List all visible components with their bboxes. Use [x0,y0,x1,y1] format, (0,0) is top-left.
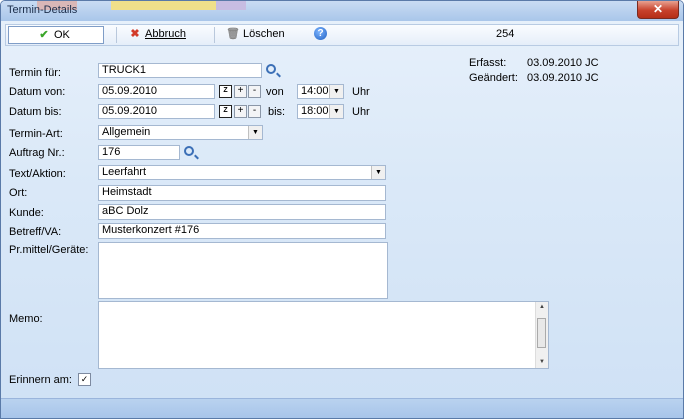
toolbar-separator [214,27,215,43]
termin-fuer-field[interactable]: TRUCK1 [98,63,262,78]
erinnern-checkbox[interactable]: ✓ [78,373,91,386]
termin-fuer-label: Termin für: [9,67,61,79]
auftrag-label: Auftrag Nr.: [9,147,65,159]
help-icon[interactable]: ? [314,27,327,40]
toolbar-separator [116,27,117,43]
datum-bis-field[interactable]: 05.09.2010 [98,104,215,119]
termin-art-label: Termin-Art: [9,128,63,140]
datum-bis-label: Datum bis: [9,106,62,118]
memo-label: Memo: [9,313,43,325]
scroll-down-icon[interactable]: ▼ [536,357,548,368]
chevron-down-icon[interactable]: ▼ [329,105,343,118]
erfasst-value: 03.09.2010 JC [527,57,599,69]
bis-label: bis: [268,106,286,118]
date-increment-button[interactable]: + [234,105,247,118]
cancel-x-icon: ✖ [130,28,140,40]
status-bar [1,398,683,418]
uhr-label: Uhr [352,86,370,98]
termin-art-value: Allgemein [102,126,151,138]
ort-label: Ort: [9,187,28,199]
date-decrement-button[interactable]: - [248,105,261,118]
memo-scrollbar[interactable]: ▲ ▼ [535,302,548,368]
date-decrement-button[interactable]: - [248,85,261,98]
ok-label: OK [54,29,70,41]
von-time-select[interactable]: 14:00 ▼ [297,84,344,99]
abbruch-label: Abbruch [145,28,186,40]
datum-von-label: Datum von: [9,86,66,98]
von-time-value: 14:00 [301,85,329,97]
termin-art-select[interactable]: Allgemein ▼ [98,125,263,140]
title-bar[interactable]: Termin-Details ✕ [1,1,683,21]
close-button[interactable]: ✕ [637,1,679,19]
title-decoration [111,1,216,10]
erfasst-label: Erfasst: [469,57,507,69]
betreff-label: Betreff/VA: [9,226,62,238]
bis-time-select[interactable]: 18:00 ▼ [297,104,344,119]
kunde-label: Kunde: [9,207,44,219]
calendar-icon[interactable]: Z [219,105,232,118]
prmittel-label: Pr.mittel/Geräte: [9,244,89,256]
calendar-icon[interactable]: Z [219,85,232,98]
ort-field[interactable]: Heimstadt [98,185,386,201]
bis-time-value: 18:00 [301,105,329,117]
memo-textarea[interactable]: ▲ ▼ [98,301,549,369]
search-icon[interactable] [266,64,276,74]
kunde-field[interactable]: aBC Dolz [98,204,386,220]
toolbar: ✔ OK ✖ Abbruch 🗑 Löschen ? 254 [5,24,679,46]
scroll-up-icon[interactable]: ▲ [536,302,548,313]
auftrag-field[interactable]: 176 [98,145,180,160]
checkmark-icon: ✓ [80,374,89,384]
search-icon[interactable] [184,146,194,156]
termin-details-window: Termin-Details ✕ ✔ OK ✖ Abbruch 🗑 Löschen ?… [0,0,684,419]
von-label: von [266,86,284,98]
text-aktion-select[interactable]: Leerfahrt ▼ [98,165,386,180]
loeschen-label: Löschen [243,28,285,40]
datum-von-field[interactable]: 05.09.2010 [98,84,215,99]
prmittel-textarea[interactable] [98,242,388,299]
chevron-down-icon[interactable]: ▼ [248,126,262,139]
betreff-field[interactable]: Musterkonzert #176 [98,223,386,239]
checkmark-icon: ✔ [39,29,49,41]
window-title: Termin-Details [7,4,78,16]
uhr-label: Uhr [352,106,370,118]
date-increment-button[interactable]: + [234,85,247,98]
abbruch-button[interactable]: ✖ Abbruch [124,26,209,44]
scroll-thumb[interactable] [537,318,546,348]
geaendert-label: Geändert: [469,72,518,84]
erinnern-label: Erinnern am: [9,374,72,386]
ok-button[interactable]: ✔ OK [8,26,104,44]
text-aktion-label: Text/Aktion: [9,168,66,180]
chevron-down-icon[interactable]: ▼ [329,85,343,98]
close-icon: ✕ [652,2,664,16]
geaendert-value: 03.09.2010 JC [527,72,599,84]
record-number: 254 [496,28,515,40]
chevron-down-icon[interactable]: ▼ [371,166,385,179]
loeschen-button[interactable]: 🗑 Löschen [222,26,312,44]
text-aktion-value: Leerfahrt [102,166,147,178]
title-decoration [216,1,246,10]
trash-icon: 🗑 [226,28,240,40]
